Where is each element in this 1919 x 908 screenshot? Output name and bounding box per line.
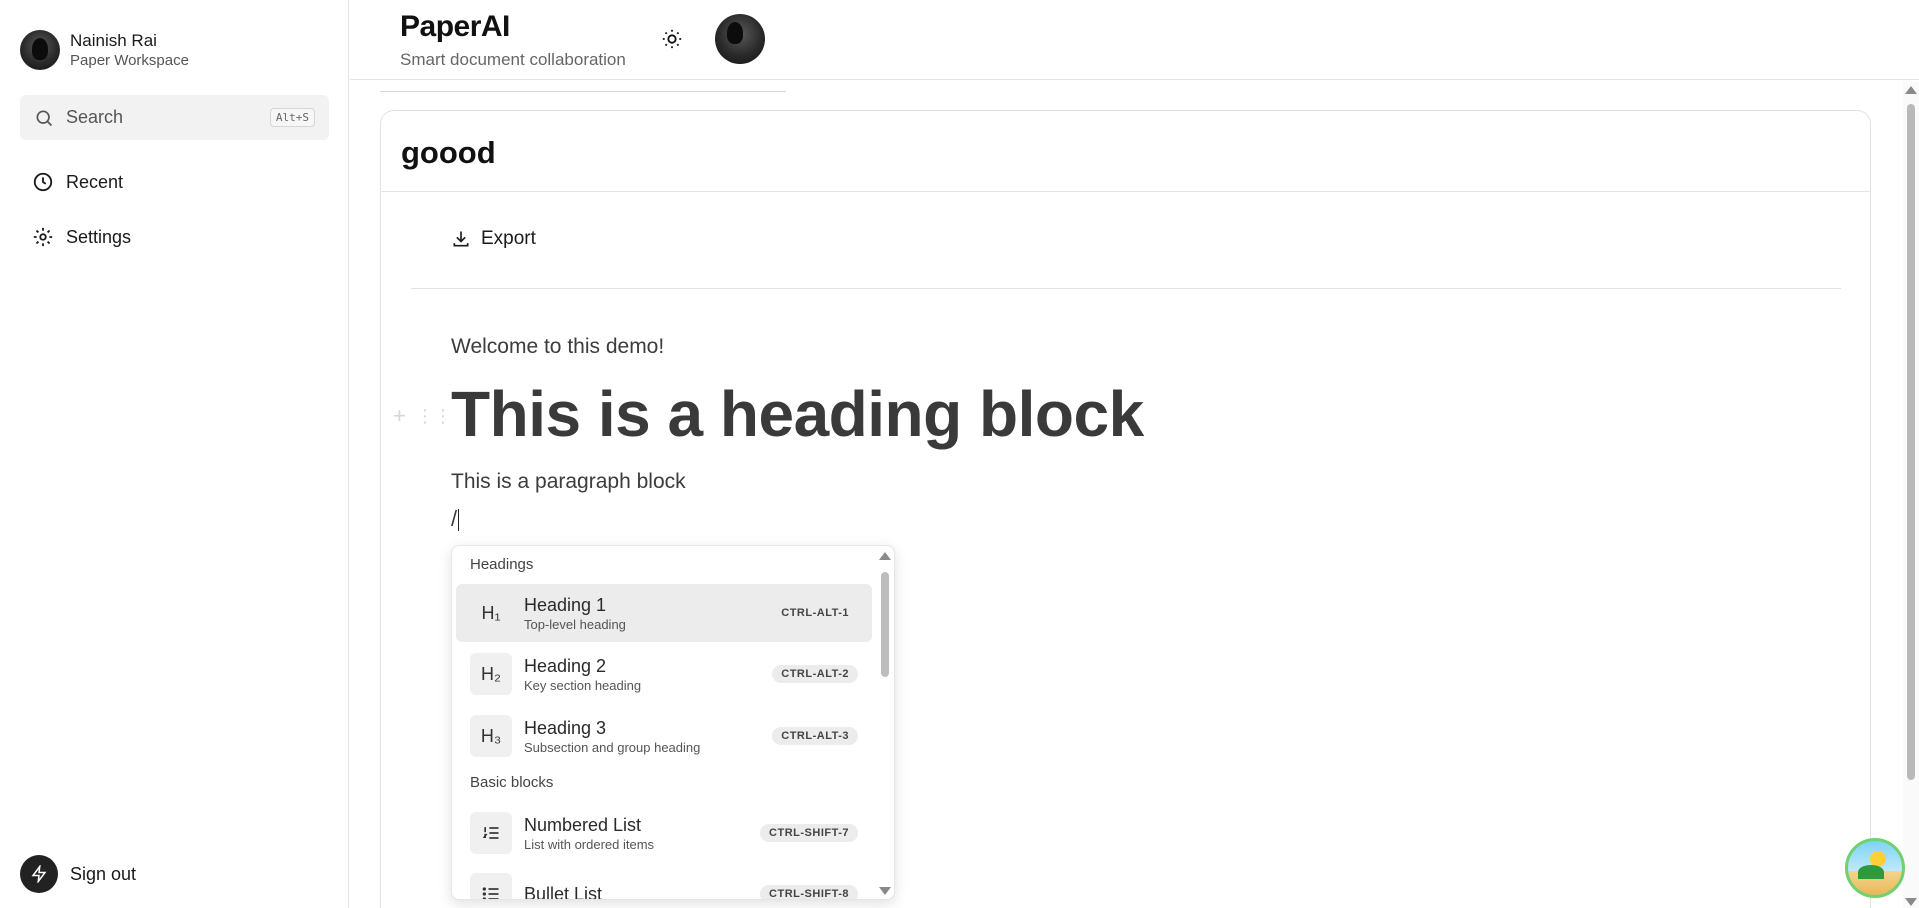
search-shortcut: Alt+S [269, 108, 315, 127]
sign-out-button[interactable]: Sign out [20, 855, 136, 893]
top-header: PaperAI Smart document collaboration [350, 0, 1919, 80]
scroll-thumb[interactable] [881, 572, 889, 677]
menu-group-label: Headings [470, 556, 534, 573]
header-avatar[interactable] [715, 14, 765, 64]
divider [411, 288, 1841, 289]
menu-item-numbered-list[interactable]: Numbered List List with ordered items CT… [456, 804, 872, 862]
menu-item-title: Heading 2 [524, 655, 607, 676]
gear-icon [33, 227, 53, 247]
scroll-down-icon[interactable] [879, 887, 891, 895]
menu-item-title: Heading 3 [524, 717, 607, 738]
sign-out-label: Sign out [70, 863, 137, 884]
heading-1-icon: H₁ [481, 602, 501, 623]
theme-toggle-button[interactable] [661, 28, 683, 50]
search-input[interactable]: Search Alt+S [20, 95, 329, 140]
sidebar-item-label: Recent [66, 171, 124, 192]
block-handle[interactable]: + ⋮⋮ [393, 403, 452, 429]
menu-item-title: Heading 1 [524, 594, 607, 615]
menu-item-heading-1[interactable]: H₁ Heading 1 Top-level heading CTRL-ALT-… [456, 584, 872, 642]
menu-item-subtitle: Key section heading [524, 677, 642, 693]
heading-3-icon: H₃ [470, 715, 512, 757]
drag-handle-icon[interactable]: ⋮⋮ [416, 406, 452, 427]
menu-item-shortcut: CTRL-SHIFT-8 [760, 885, 858, 899]
app-subtitle: Smart document collaboration [400, 50, 626, 69]
export-button[interactable]: Export [451, 228, 536, 250]
paragraph-block[interactable]: Welcome to this demo! [451, 335, 664, 359]
sidebar-item-label: Settings [66, 226, 132, 247]
slash-command-menu: Headings H₁ Heading 1 Top-level heading … [451, 545, 895, 900]
avatar [20, 30, 60, 70]
menu-item-heading-3[interactable]: H₃ Heading 3 Subsection and group headin… [456, 707, 872, 765]
menu-scrollbar[interactable] [878, 550, 892, 897]
user-name: Nainish Rai [70, 31, 157, 50]
divider [381, 191, 1870, 192]
user-profile[interactable]: Nainish Rai Paper Workspace [20, 30, 189, 70]
menu-item-shortcut: CTRL-ALT-1 [781, 607, 849, 619]
export-label: Export [481, 228, 536, 249]
search-placeholder: Search [66, 107, 124, 127]
menu-item-subtitle: Top-level heading [524, 616, 626, 632]
clock-icon [33, 172, 53, 192]
menu-item-subtitle: List with ordered items [524, 836, 655, 852]
scroll-thumb[interactable] [1907, 104, 1915, 780]
scroll-up-icon[interactable] [1905, 86, 1917, 94]
menu-item-subtitle: Subsection and group heading [524, 739, 701, 755]
menu-item-shortcut: CTRL-SHIFT-7 [760, 824, 858, 842]
divider [380, 91, 786, 92]
app-title: PaperAI [400, 10, 510, 43]
app-window: Nainish Rai Paper Workspace Search Alt+S… [0, 0, 1919, 908]
bullet-list-icon [470, 873, 512, 899]
menu-group-label: Basic blocks [470, 774, 554, 791]
ordered-list-icon [470, 812, 512, 854]
heading-2-icon: H₂ [470, 653, 512, 695]
menu-item-heading-2[interactable]: H₂ Heading 2 Key section heading CTRL-AL… [456, 645, 872, 703]
sidebar: Nainish Rai Paper Workspace Search Alt+S… [0, 0, 349, 908]
text-caret [458, 509, 460, 532]
menu-item-title: Bullet List [524, 884, 603, 900]
sun-icon [662, 29, 682, 49]
palm-tree-icon [1858, 865, 1884, 879]
document-title[interactable]: goood [401, 135, 496, 171]
scroll-up-icon[interactable] [879, 552, 891, 560]
floating-assistant-button[interactable] [1845, 838, 1905, 898]
download-icon [453, 231, 469, 247]
paragraph-block[interactable]: This is a paragraph block [451, 470, 686, 494]
heading-block[interactable]: This is a heading block [451, 377, 1144, 451]
scroll-down-icon[interactable] [1905, 898, 1917, 906]
menu-item-shortcut: CTRL-ALT-3 [772, 727, 858, 745]
add-block-icon[interactable]: + [393, 403, 406, 429]
page-scrollbar[interactable] [1903, 82, 1919, 908]
menu-item-title: Numbered List [524, 814, 642, 835]
sidebar-item-settings[interactable]: Settings [32, 226, 131, 248]
sidebar-item-recent[interactable]: Recent [32, 171, 123, 193]
menu-item-shortcut: CTRL-ALT-2 [772, 665, 858, 683]
menu-item-bullet-list[interactable]: Bullet List CTRL-SHIFT-8 [456, 865, 872, 900]
bolt-icon [20, 855, 58, 893]
workspace-name: Paper Workspace [70, 52, 189, 69]
slash-command-input[interactable]: / [451, 506, 460, 532]
search-icon [36, 110, 53, 126]
